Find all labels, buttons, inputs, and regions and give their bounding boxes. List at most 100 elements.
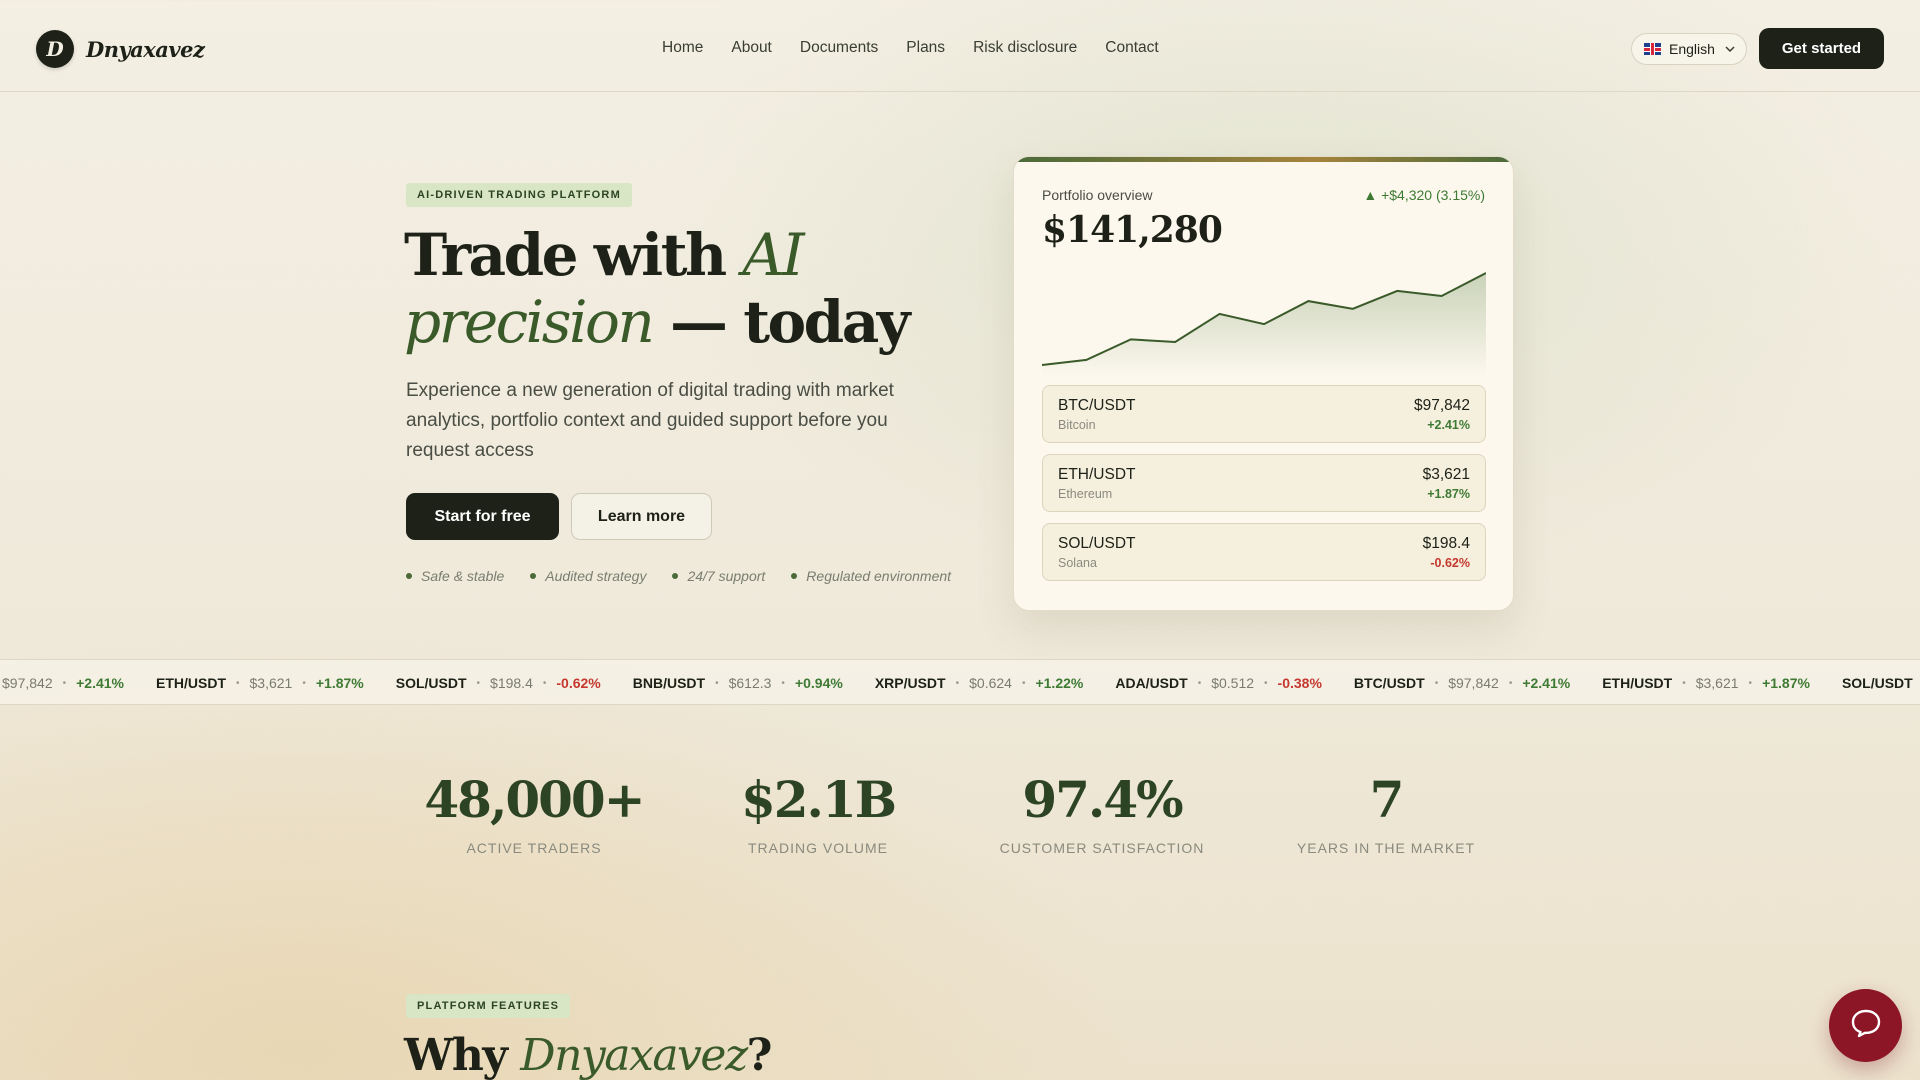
separator-dot-icon: • bbox=[1264, 677, 1268, 689]
separator-dot-icon: • bbox=[1508, 677, 1513, 689]
ticker-change: +0.94% bbox=[794, 675, 843, 691]
price-ticker: $97,842 • +2.41% ETH/USDT • $3,621 • +1.87% SOL/… bbox=[0, 659, 1920, 705]
trust-label: 24/7 support bbox=[687, 568, 766, 584]
ticker-change: +1.87% bbox=[315, 675, 364, 691]
bullet-dot-icon bbox=[530, 573, 537, 579]
trust-item: 24/7 support bbox=[672, 568, 765, 584]
ticker-symbol: BNB/USDT bbox=[632, 675, 706, 691]
ticker-item[interactable]: BNB/USDT • $612.3 • +0.94% bbox=[633, 675, 843, 691]
brand-logo[interactable]: D Dnyaxavez bbox=[36, 30, 205, 68]
asset-pair: BTC/USDT bbox=[1058, 397, 1136, 414]
stat-customer-satisfaction: 97.4% CUSTOMER SATISFACTION bbox=[982, 772, 1222, 857]
bullet-dot-icon bbox=[672, 573, 679, 579]
ticker-price: $97,842 bbox=[1448, 675, 1499, 691]
ticker-symbol: SOL/USDT bbox=[1841, 675, 1913, 691]
hero-title-emphasis: AI bbox=[742, 221, 804, 289]
ticker-item[interactable]: $97,842 • +2.41% bbox=[2, 675, 124, 691]
trust-label: Regulated environment bbox=[806, 568, 952, 584]
nav-documents[interactable]: Documents bbox=[800, 39, 878, 57]
ticker-change: +1.87% bbox=[1762, 675, 1810, 691]
separator-dot-icon: • bbox=[476, 677, 481, 689]
trust-item: Regulated environment bbox=[791, 568, 951, 584]
asset-row-sol[interactable]: SOL/USDT Solana $198.4 -0.62% bbox=[1042, 523, 1486, 581]
stat-label: YEARS IN THE MARKET bbox=[1296, 840, 1476, 856]
ticker-track: $97,842 • +2.41% ETH/USDT • $3,621 • +1.87% SOL/… bbox=[2, 660, 1920, 704]
start-free-button[interactable]: Start for free bbox=[406, 493, 559, 540]
separator-dot-icon: • bbox=[542, 677, 547, 689]
uk-flag-icon bbox=[1644, 43, 1661, 55]
nav-contact[interactable]: Contact bbox=[1105, 39, 1158, 57]
portfolio-value: $141,280 bbox=[1042, 209, 1223, 251]
ticker-price: $0.624 bbox=[969, 675, 1012, 691]
ticker-item[interactable]: ETH/USDT • $3,621 • +1.87% bbox=[156, 675, 364, 691]
hero-title-part: Trade with bbox=[404, 221, 743, 289]
asset-pair: ETH/USDT bbox=[1058, 466, 1136, 483]
asset-name: Solana bbox=[1058, 556, 1097, 570]
separator-dot-icon: • bbox=[1748, 677, 1753, 689]
separator-dot-icon: • bbox=[1682, 677, 1686, 689]
chat-button[interactable] bbox=[1829, 989, 1902, 1062]
ticker-symbol: XRP/USDT bbox=[874, 675, 946, 691]
asset-change: +1.87% bbox=[1427, 487, 1470, 501]
ticker-price: $198.4 bbox=[490, 675, 533, 691]
ticker-price: $3,621 bbox=[249, 675, 293, 691]
hero-title-part-2: — today bbox=[652, 288, 911, 356]
ticker-item[interactable]: SOL/USDT bbox=[1842, 675, 1913, 691]
ticker-price: $97,842 bbox=[2, 675, 53, 691]
ticker-item[interactable]: BTC/USDT • $97,842 • +2.41% bbox=[1354, 675, 1570, 691]
ticker-change: +1.22% bbox=[1035, 675, 1084, 691]
bullet-dot-icon bbox=[791, 573, 798, 579]
trust-label: Audited strategy bbox=[545, 568, 647, 584]
brand-name: Dnyaxavez bbox=[86, 36, 205, 62]
separator-dot-icon: • bbox=[236, 677, 240, 689]
portfolio-change: ▲ +$4,320 (3.15%) bbox=[1363, 187, 1485, 203]
separator-dot-icon: • bbox=[1434, 677, 1439, 689]
asset-change: +2.41% bbox=[1427, 418, 1470, 432]
features-title-brand: Dnyaxavez bbox=[520, 1030, 748, 1080]
asset-change: -0.62% bbox=[1430, 556, 1470, 570]
trust-item: Safe & stable bbox=[406, 568, 504, 584]
asset-price: $198.4 bbox=[1422, 535, 1470, 552]
hero-badge: AI-DRIVEN TRADING PLATFORM bbox=[406, 183, 632, 207]
get-started-button[interactable]: Get started bbox=[1759, 28, 1884, 69]
asset-price: $3,621 bbox=[1422, 466, 1470, 483]
stat-label: ACTIVE TRADERS bbox=[466, 840, 602, 856]
logo-mark: D bbox=[36, 30, 74, 68]
asset-name: Ethereum bbox=[1058, 487, 1113, 501]
nav-home[interactable]: Home bbox=[662, 39, 703, 57]
language-selector[interactable]: English bbox=[1631, 33, 1747, 65]
stat-value: $2.1B bbox=[740, 770, 897, 829]
asset-row-btc[interactable]: BTC/USDT Bitcoin $97,842 +2.41% bbox=[1042, 385, 1486, 443]
nav-plans[interactable]: Plans bbox=[906, 39, 945, 57]
ticker-item[interactable]: SOL/USDT • $198.4 • -0.62% bbox=[396, 675, 601, 691]
ticker-price: $612.3 bbox=[728, 675, 772, 691]
stat-active-traders: 48,000+ ACTIVE TRADERS bbox=[414, 770, 654, 857]
stat-label: TRADING VOLUME bbox=[747, 840, 888, 856]
stat-label: CUSTOMER SATISFACTION bbox=[999, 840, 1205, 856]
asset-pair: SOL/USDT bbox=[1058, 535, 1136, 552]
stat-years-in-market: 7 YEARS IN THE MARKET bbox=[1266, 772, 1506, 857]
learn-more-button[interactable]: Learn more bbox=[571, 493, 712, 540]
nav-risk-disclosure[interactable]: Risk disclosure bbox=[973, 39, 1077, 57]
trust-item: Audited strategy bbox=[530, 568, 646, 584]
ticker-item[interactable]: ADA/USDT • $0.512 • -0.38% bbox=[1115, 675, 1322, 691]
nav-about[interactable]: About bbox=[731, 39, 772, 57]
portfolio-label: Portfolio overview bbox=[1042, 187, 1153, 203]
features-title: Why Dnyaxavez? bbox=[404, 1030, 773, 1080]
chat-bubble-icon bbox=[1850, 1008, 1882, 1043]
separator-dot-icon: • bbox=[62, 677, 67, 689]
features-title-mark: ? bbox=[746, 1030, 773, 1080]
stat-value: 48,000+ bbox=[424, 770, 645, 829]
language-label: English bbox=[1669, 41, 1715, 57]
ticker-change: +2.41% bbox=[76, 675, 124, 691]
trust-indicators: Safe & stable Audited strategy 24/7 supp… bbox=[406, 568, 951, 584]
separator-dot-icon: • bbox=[715, 677, 719, 689]
asset-row-eth[interactable]: ETH/USDT Ethereum $3,621 +1.87% bbox=[1042, 454, 1486, 512]
asset-price: $97,842 bbox=[1413, 397, 1470, 414]
card-accent-bar bbox=[1014, 157, 1513, 162]
separator-dot-icon: • bbox=[1021, 677, 1026, 689]
ticker-item[interactable]: XRP/USDT • $0.624 • +1.22% bbox=[875, 675, 1084, 691]
separator-dot-icon: • bbox=[955, 677, 960, 689]
hero-title-emphasis-2: precision bbox=[404, 288, 655, 356]
ticker-item[interactable]: ETH/USDT • $3,621 • +1.87% bbox=[1602, 675, 1810, 691]
